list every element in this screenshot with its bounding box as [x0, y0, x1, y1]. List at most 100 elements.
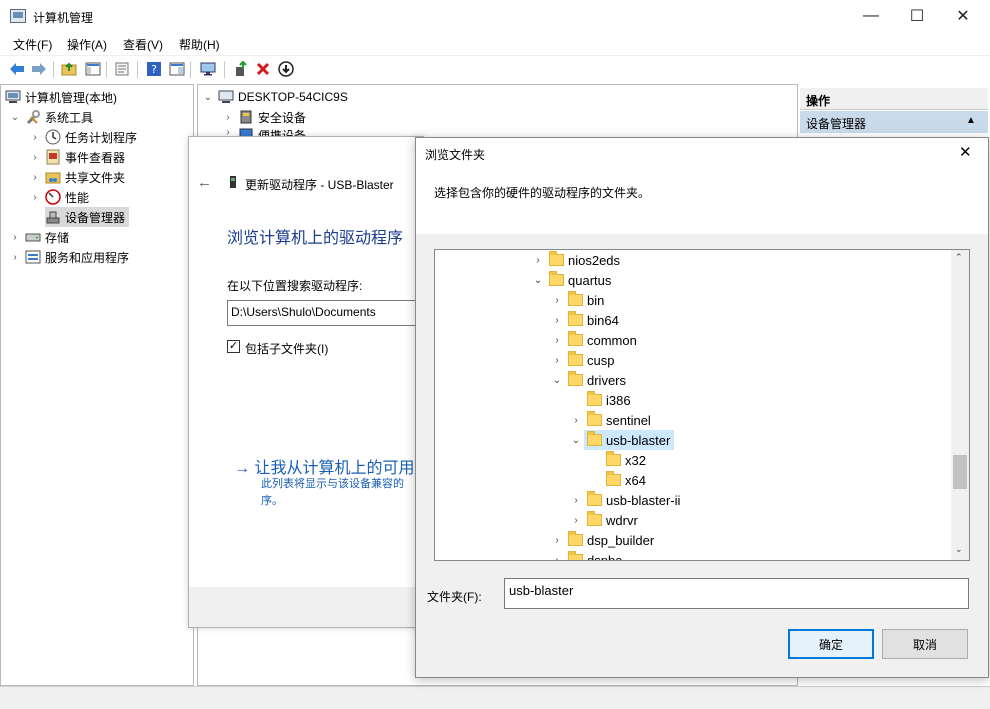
driver-path-input[interactable]: D:\Users\Shulo\Documents	[227, 300, 427, 326]
folder-icon	[587, 511, 602, 526]
wizard-title: 更新驱动程序 - USB-Blaster	[245, 178, 394, 192]
properties-sheet-icon[interactable]	[113, 60, 131, 78]
chevron-right-icon[interactable]: ›	[29, 152, 41, 163]
pick-desc-line-1: 此列表将显示与该设备兼容的	[261, 478, 404, 490]
console-view-icon[interactable]	[168, 60, 186, 78]
folder-node[interactable]: ⌄ drivers	[549, 370, 626, 390]
device-tree-computer[interactable]: ⌄ DESKTOP-54CIC9S	[202, 87, 348, 107]
folder-node[interactable]: › cusp	[549, 350, 614, 370]
tree-item-event-viewer[interactable]: › 事件查看器	[29, 147, 125, 167]
scroll-up-icon[interactable]: ⌃	[955, 252, 963, 263]
up-folder-icon[interactable]	[60, 60, 78, 78]
folder-node-selected[interactable]: ⌄ usb-blaster	[568, 430, 675, 450]
folder-node[interactable]: › usb-blaster-ii	[568, 490, 680, 510]
tree-item-services-apps[interactable]: › 服务和应用程序	[9, 247, 129, 267]
folder-node[interactable]: › bin64	[549, 310, 619, 330]
folder-name-input[interactable]: usb-blaster	[504, 578, 969, 609]
collapse-triangle-icon[interactable]: ▲	[966, 115, 976, 126]
tree-item-task-scheduler[interactable]: › 任务计划程序	[29, 127, 137, 147]
folder-icon	[587, 431, 602, 446]
chevron-right-icon[interactable]: ›	[568, 515, 584, 526]
wizard-footer	[189, 587, 423, 627]
ok-button[interactable]: 确定	[788, 629, 874, 659]
chevron-right-icon[interactable]: ›	[549, 355, 565, 366]
tree-item-performance[interactable]: › 性能	[29, 187, 89, 207]
show-hide-tree-icon[interactable]	[84, 60, 102, 78]
folder-node[interactable]: x32	[587, 450, 646, 470]
chevron-right-icon[interactable]: ›	[530, 255, 546, 266]
folder-node[interactable]: ⌄ quartus	[530, 270, 611, 290]
folder-node[interactable]: › bin	[549, 290, 604, 310]
update-driver-wizard: ← 更新驱动程序 - USB-Blaster 浏览计算机上的驱动程序 在以下位置…	[188, 136, 427, 628]
scroll-down-icon[interactable]: ⌄	[955, 544, 963, 555]
chevron-down-icon[interactable]: ⌄	[202, 92, 214, 103]
folder-node[interactable]: › dspba	[549, 550, 622, 560]
folder-node[interactable]: › dsp_builder	[549, 530, 654, 550]
update-driver-icon[interactable]	[232, 60, 250, 78]
tree-item-computer-management[interactable]: 计算机管理(本地)	[5, 87, 117, 107]
chevron-right-icon[interactable]: ›	[29, 172, 41, 183]
help-icon[interactable]: ?	[145, 60, 163, 78]
chevron-right-icon[interactable]: ›	[568, 495, 584, 506]
back-arrow-icon[interactable]	[8, 60, 26, 78]
close-button[interactable]: ✕	[940, 0, 986, 32]
console-tree-pane: 计算机管理(本地) ⌄ 系统工具 › 任务计划程序 › 事件查看器 › 共享文件…	[0, 84, 194, 686]
device-manager-icon	[45, 209, 61, 225]
folder-tree-scrollbar[interactable]: ⌃ ⌄	[951, 250, 969, 560]
tree-item-shared-folders[interactable]: › 共享文件夹	[29, 167, 125, 187]
tree-item-system-tools[interactable]: ⌄ 系统工具	[9, 107, 93, 127]
forward-arrow-icon[interactable]	[30, 60, 48, 78]
folder-icon	[568, 291, 583, 306]
status-bar	[0, 686, 990, 709]
browse-close-icon[interactable]: ✕	[959, 143, 972, 161]
menu-view[interactable]: 查看(V)	[123, 36, 163, 53]
scrollbar-thumb[interactable]	[953, 455, 967, 489]
folder-node[interactable]: › sentinel	[568, 410, 651, 430]
include-subfolders-checkbox[interactable]: ✓	[227, 340, 240, 353]
menu-action[interactable]: 操作(A)	[67, 36, 107, 53]
folder-icon	[549, 271, 564, 286]
folder-icon	[606, 451, 621, 466]
chevron-right-icon[interactable]: ›	[549, 335, 565, 346]
chevron-down-icon[interactable]: ⌄	[568, 435, 584, 446]
cancel-button[interactable]: 取消	[882, 629, 968, 659]
maximize-button[interactable]: ☐	[894, 0, 940, 32]
folder-node[interactable]: › nios2eds	[530, 250, 620, 270]
actions-device-manager[interactable]: 设备管理器	[800, 111, 988, 133]
folder-node[interactable]: x64	[587, 470, 646, 490]
folder-node[interactable]: i386	[568, 390, 631, 410]
chevron-right-icon[interactable]: ›	[549, 535, 565, 546]
monitor-icon[interactable]	[199, 60, 217, 78]
menu-file[interactable]: 文件(F)	[13, 36, 52, 53]
tree-item-device-manager[interactable]: 设备管理器	[45, 207, 130, 227]
window-title: 计算机管理	[33, 11, 94, 25]
uninstall-x-icon[interactable]	[254, 60, 272, 78]
chevron-right-icon[interactable]: ›	[29, 132, 41, 143]
folder-label: 文件夹(F):	[427, 590, 482, 604]
folder-icon	[587, 391, 602, 406]
chevron-right-icon[interactable]: ›	[9, 252, 21, 263]
chevron-down-icon[interactable]: ⌄	[9, 112, 21, 123]
computer-icon	[218, 89, 234, 105]
security-device-icon	[238, 109, 254, 125]
menu-help[interactable]: 帮助(H)	[179, 36, 220, 53]
folder-icon	[606, 471, 621, 486]
chevron-right-icon[interactable]: ›	[568, 415, 584, 426]
tree-item-storage[interactable]: › 存储	[9, 227, 69, 247]
chevron-right-icon[interactable]: ›	[29, 192, 41, 203]
chevron-right-icon[interactable]: ›	[9, 232, 21, 243]
chevron-right-icon[interactable]: ›	[549, 315, 565, 326]
chevron-down-icon[interactable]: ⌄	[549, 375, 565, 386]
back-arrow-icon[interactable]: ←	[197, 174, 212, 191]
services-icon	[25, 249, 41, 265]
chevron-right-icon[interactable]: ›	[222, 112, 234, 123]
chevron-right-icon[interactable]: ›	[549, 295, 565, 306]
folder-node[interactable]: › wdrvr	[568, 510, 638, 530]
download-circle-icon[interactable]	[277, 60, 295, 78]
folder-node[interactable]: › common	[549, 330, 637, 350]
folder-icon	[587, 411, 602, 426]
minimize-button[interactable]: —	[848, 0, 894, 32]
device-tree-security-devices[interactable]: › 安全设备	[222, 107, 306, 127]
chevron-right-icon[interactable]: ›	[549, 555, 565, 561]
chevron-down-icon[interactable]: ⌄	[530, 275, 546, 286]
